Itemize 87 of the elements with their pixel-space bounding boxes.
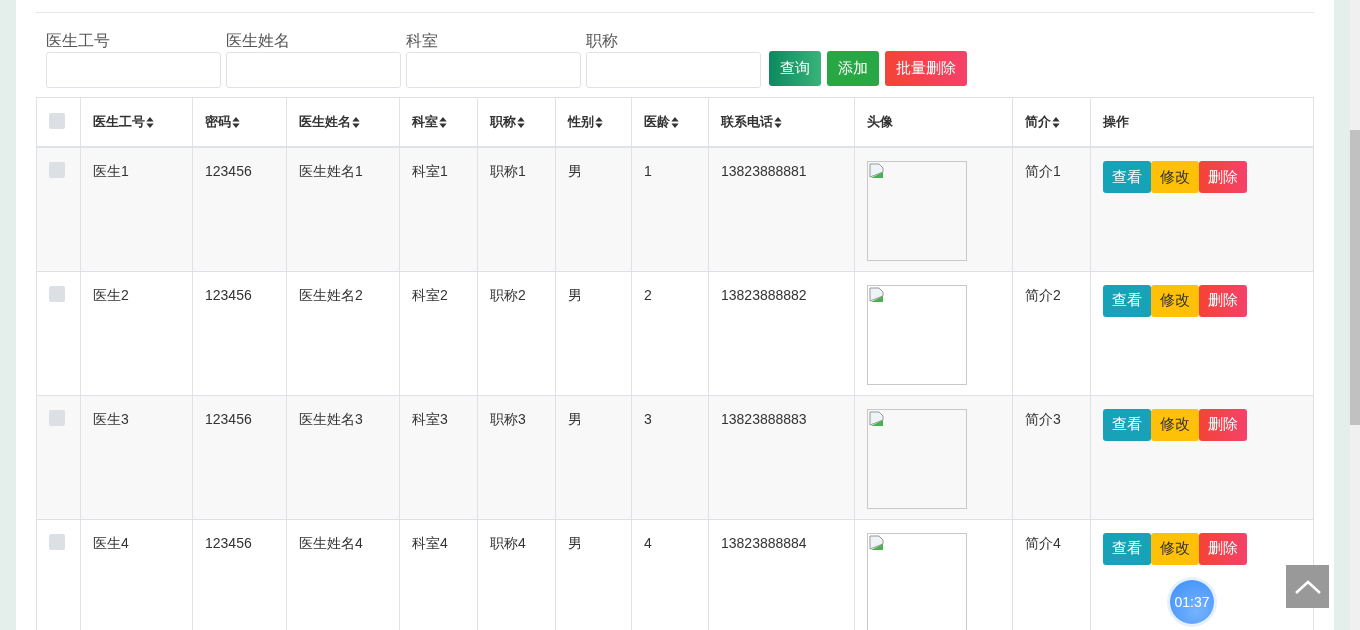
checkbox[interactable] <box>49 285 65 302</box>
table-cell: 男 <box>568 410 582 427</box>
input-field[interactable] <box>586 52 761 88</box>
sort-icon <box>232 116 240 128</box>
sort-icon <box>517 116 525 128</box>
broken-image-icon <box>869 410 885 427</box>
table-cell: 科室4 <box>412 534 448 551</box>
table-cell: 职称2 <box>490 286 526 303</box>
input-field[interactable] <box>226 52 401 88</box>
back-to-top-button[interactable] <box>1286 565 1329 608</box>
sort-icon <box>146 116 154 128</box>
table-cell: 3 <box>644 410 652 427</box>
input-field[interactable] <box>406 52 581 88</box>
column-header[interactable]: 联系电话 <box>721 113 782 131</box>
column-header[interactable]: 医龄 <box>644 113 679 131</box>
table-cell: 13823888883 <box>721 410 807 427</box>
table-cell: 科室2 <box>412 286 448 303</box>
input-field[interactable] <box>46 52 221 88</box>
table-cell: 13823888884 <box>721 534 807 551</box>
table-cell: 123456 <box>205 286 252 303</box>
sort-icon <box>1052 116 1060 128</box>
sort-icon <box>352 116 360 128</box>
table-cell: 男 <box>568 286 582 303</box>
sort-icon <box>595 116 603 128</box>
column-header[interactable]: 性别 <box>568 113 603 131</box>
column-header[interactable]: 医生姓名 <box>299 113 360 131</box>
filter-label: 科室 <box>406 31 439 51</box>
table-cell: 科室1 <box>412 163 448 179</box>
broken-image-icon <box>869 534 885 551</box>
table-cell: 13823888881 <box>721 163 807 179</box>
sort-icon <box>774 116 782 128</box>
edit-button[interactable]: 修改 <box>1151 532 1199 565</box>
table-cell: 简介1 <box>1025 163 1061 179</box>
table-cell: 职称3 <box>490 410 526 427</box>
table-cell: 医生姓名3 <box>299 410 363 427</box>
table-cell: 医生3 <box>93 410 129 427</box>
column-header[interactable]: 简介 <box>1025 113 1060 131</box>
table-cell: 医生姓名2 <box>299 286 363 303</box>
table-cell: 医生姓名4 <box>299 534 363 551</box>
table-cell: 1 <box>644 163 652 179</box>
filter-label: 医生工号 <box>46 31 111 51</box>
column-header[interactable]: 头像 <box>867 113 893 131</box>
edit-button[interactable]: 修改 <box>1151 284 1199 317</box>
broken-image-icon <box>869 163 885 179</box>
table-cell: 123456 <box>205 534 252 551</box>
table-cell: 科室3 <box>412 410 448 427</box>
checkbox[interactable] <box>49 533 65 550</box>
table-cell: 简介3 <box>1025 410 1061 427</box>
delete-button[interactable]: 删除 <box>1199 532 1247 565</box>
scrollbar[interactable] <box>1350 0 1360 630</box>
edit-button[interactable]: 修改 <box>1151 161 1199 193</box>
table-cell: 123456 <box>205 410 252 427</box>
checkbox[interactable] <box>49 409 65 426</box>
sort-icon <box>671 116 679 128</box>
column-header[interactable]: 操作 <box>1103 113 1129 131</box>
delete-button[interactable]: 删除 <box>1199 408 1247 441</box>
chevron-up-icon <box>1294 579 1321 594</box>
table-cell: 简介4 <box>1025 534 1061 551</box>
table-cell: 13823888882 <box>721 286 807 303</box>
column-header[interactable]: 密码 <box>205 113 240 131</box>
edit-button[interactable]: 修改 <box>1151 408 1199 441</box>
search-button[interactable]: 查询 <box>769 51 821 86</box>
table-cell: 2 <box>644 286 652 303</box>
table-cell: 医生1 <box>93 163 129 179</box>
column-header[interactable]: 医生工号 <box>93 113 154 131</box>
table-cell: 男 <box>568 534 582 551</box>
column-header[interactable]: 科室 <box>412 113 447 131</box>
table-cell: 职称1 <box>490 163 526 179</box>
checkbox[interactable] <box>49 162 65 178</box>
broken-image-icon <box>869 286 885 303</box>
delete-button[interactable]: 删除 <box>1199 161 1247 193</box>
scrollbar-thumb[interactable] <box>1350 130 1360 425</box>
delete-button[interactable]: 批量删除 <box>885 51 967 86</box>
column-header[interactable]: 职称 <box>490 113 525 131</box>
sort-icon <box>439 116 447 128</box>
table-cell: 职称4 <box>490 534 526 551</box>
table-cell: 123456 <box>205 163 252 179</box>
table-cell: 医生2 <box>93 286 129 303</box>
table-cell: 4 <box>644 534 652 551</box>
filter-label: 医生姓名 <box>226 31 291 51</box>
checkbox[interactable] <box>49 112 65 129</box>
table-cell: 医生姓名1 <box>299 163 363 179</box>
table-cell: 医生4 <box>93 534 129 551</box>
delete-button[interactable]: 删除 <box>1199 284 1247 317</box>
table-cell: 简介2 <box>1025 286 1061 303</box>
table-cell: 男 <box>568 163 582 179</box>
filter-label: 职称 <box>586 31 619 51</box>
